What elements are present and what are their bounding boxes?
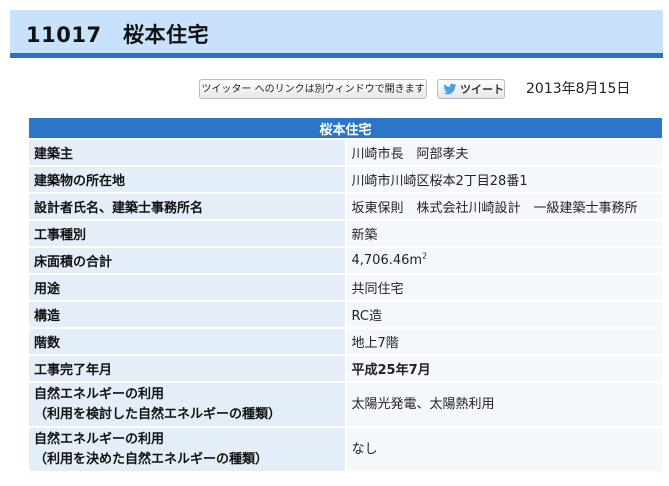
table-row: 構造 RC造 — [27, 300, 664, 329]
row-value-location: 川崎市川崎区桜本2丁目28番1 — [344, 165, 664, 194]
row-value-floor-area: 4,706.46m2 — [344, 246, 664, 275]
row-key-location: 建築物の所在地 — [27, 165, 347, 194]
table-header-row: 桜本住宅 — [27, 116, 664, 140]
row-key-owner: 建築主 — [27, 138, 347, 167]
floor-area-value: 4,706.46m — [351, 253, 423, 268]
row-value-energy-decided: なし — [344, 426, 664, 473]
page-title: 11017 桜本住宅 — [26, 23, 210, 47]
twitter-link-button[interactable]: ツイッター へのリンクは別ウィンドウで開きます — [199, 79, 427, 99]
table-row: 用途 共同住宅 — [27, 273, 664, 302]
table-row: 工事完了年月 平成25年7月 — [27, 354, 664, 383]
row-key-structure: 構造 — [27, 300, 347, 329]
row-key-use: 用途 — [27, 273, 347, 302]
table-row: 建築主 川崎市長 阿部孝夫 — [27, 138, 664, 167]
row-value-energy-considered: 太陽光発電、太陽熱利用 — [344, 381, 664, 428]
share-row: ツイッター へのリンクは別ウィンドウで開きます ツイート 2013年8月15日 — [0, 79, 669, 101]
tweet-label: ツイート — [460, 83, 504, 96]
row-key-designer: 設計者氏名、建築士事務所名 — [27, 192, 347, 221]
row-key-construction-type: 工事種別 — [27, 219, 347, 248]
row-value-construction-type: 新築 — [344, 219, 664, 248]
table-row: 建築物の所在地 川崎市川崎区桜本2丁目28番1 — [27, 165, 664, 194]
table-row: 自然エネルギーの利用 （利用を決めた自然エネルギーの種類） なし — [27, 426, 664, 473]
building-info-table: 桜本住宅 建築主 川崎市長 阿部孝夫 建築物の所在地 川崎市川崎区桜本2丁目28… — [27, 116, 664, 473]
row-key-completion: 工事完了年月 — [27, 354, 347, 383]
table-row: 階数 地上7階 — [27, 327, 664, 356]
table-heading: 桜本住宅 — [27, 116, 664, 140]
row-value-completion: 平成25年7月 — [344, 354, 664, 383]
row-key-energy-considered: 自然エネルギーの利用 （利用を検討した自然エネルギーの種類） — [27, 381, 347, 428]
tweet-button[interactable]: ツイート — [437, 79, 505, 99]
table-row: 設計者氏名、建築士事務所名 坂東保則 株式会社川崎設計 一級建築士事務所 — [27, 192, 664, 221]
table-row: 工事種別 新築 — [27, 219, 664, 248]
row-value-structure: RC造 — [344, 300, 664, 329]
row-value-designer: 坂東保則 株式会社川崎設計 一級建築士事務所 — [344, 192, 664, 221]
row-value-use: 共同住宅 — [344, 273, 664, 302]
row-key-floor-area: 床面積の合計 — [27, 246, 347, 275]
row-key-energy-decided: 自然エネルギーの利用 （利用を決めた自然エネルギーの種類） — [27, 426, 347, 473]
publish-date: 2013年8月15日 — [526, 81, 631, 97]
row-value-floors: 地上7階 — [344, 327, 664, 356]
table-row: 自然エネルギーの利用 （利用を検討した自然エネルギーの種類） 太陽光発電、太陽熱利… — [27, 381, 664, 428]
floor-area-unit-sup: 2 — [422, 251, 428, 261]
table-row: 床面積の合計 4,706.46m2 — [27, 246, 664, 275]
row-key-floors: 階数 — [27, 327, 347, 356]
energy-decided-line1: 自然エネルギーの利用 — [34, 431, 165, 447]
energy-considered-line1: 自然エネルギーの利用 — [34, 386, 165, 402]
energy-considered-line2: （利用を検討した自然エネルギーの種類） — [34, 406, 282, 422]
page-title-bar: 11017 桜本住宅 — [10, 10, 663, 58]
energy-decided-line2: （利用を決めた自然エネルギーの種類） — [34, 451, 269, 467]
twitter-bird-icon — [443, 83, 457, 95]
row-value-owner: 川崎市長 阿部孝夫 — [344, 138, 664, 167]
